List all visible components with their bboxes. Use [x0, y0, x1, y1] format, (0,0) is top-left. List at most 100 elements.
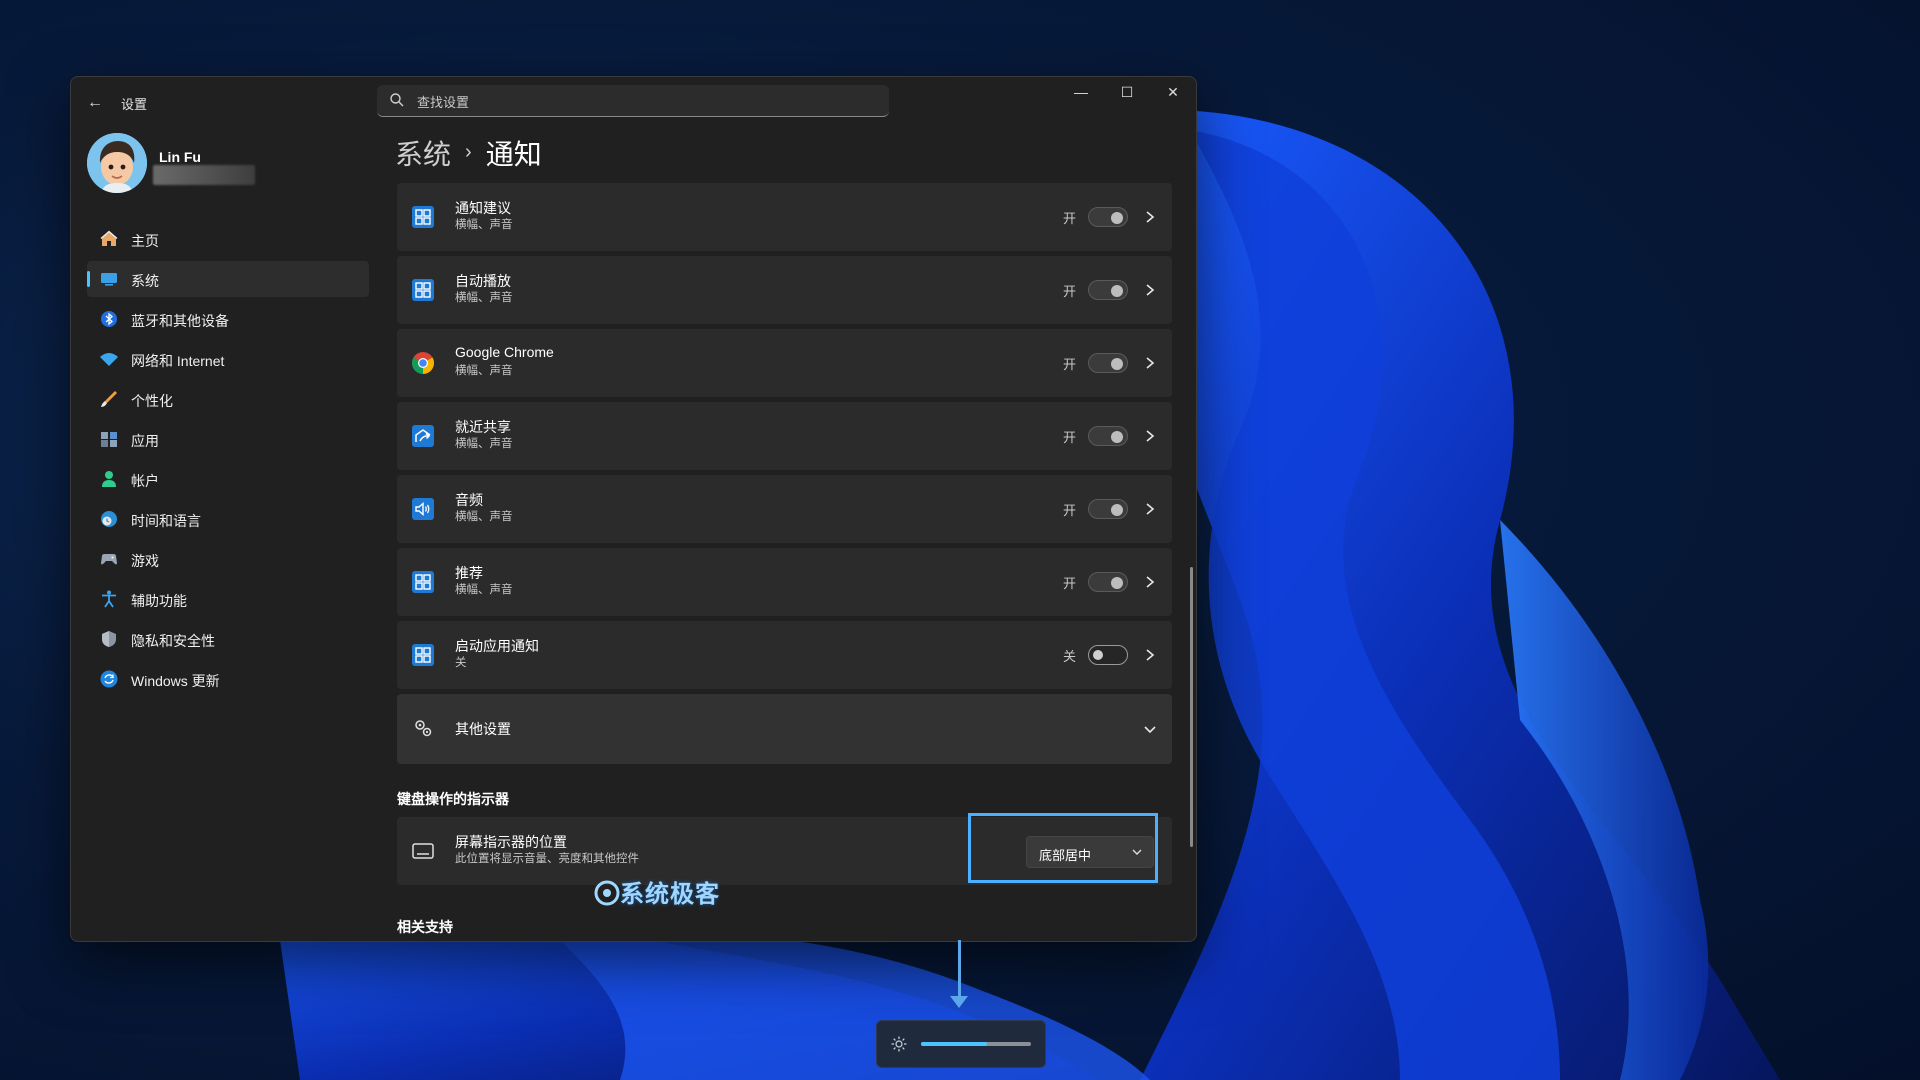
- page-title: 通知: [485, 139, 542, 170]
- app-tile-icon: [412, 206, 434, 228]
- watermark-logo-icon: [594, 880, 620, 906]
- sidebar-item-home[interactable]: 主页: [87, 221, 369, 257]
- notification-row-suggestions[interactable]: 通知建议 横幅、声音 开: [397, 183, 1172, 251]
- sidebar-item-personalization[interactable]: 个性化: [87, 381, 369, 417]
- notification-row-recommended[interactable]: 推荐 横幅、声音 开: [397, 548, 1172, 616]
- notification-row-autoplay[interactable]: 自动播放 横幅、声音 开: [397, 256, 1172, 324]
- toggle-state-label: 开: [1062, 503, 1076, 518]
- watermark-text: 系统极客: [620, 881, 720, 908]
- speaker-icon: [412, 498, 434, 520]
- screen-indicator-icon: [412, 843, 434, 859]
- breadcrumb-separator: ›: [465, 141, 472, 164]
- breadcrumb: 系统 › 通知: [395, 133, 542, 173]
- app-title: 设置: [121, 97, 148, 112]
- row-title: 自动播放: [455, 273, 511, 289]
- notification-toggle[interactable]: [1088, 207, 1128, 227]
- chevron-right-icon[interactable]: [1142, 645, 1158, 665]
- notification-row-google-chrome[interactable]: Google Chrome 横幅、声音 开: [397, 329, 1172, 397]
- toggle-state-label: 关: [1062, 649, 1076, 664]
- row-subtitle: 横幅、声音: [455, 511, 513, 523]
- brightness-slider[interactable]: [921, 1042, 1031, 1046]
- share-icon: [412, 425, 434, 447]
- bluetooth-icon: [101, 311, 117, 327]
- scrollbar[interactable]: [1190, 567, 1193, 847]
- gears-icon: [415, 720, 432, 737]
- chevron-right-icon[interactable]: [1142, 572, 1158, 592]
- sidebar-item-privacy[interactable]: 隐私和安全性: [87, 621, 369, 657]
- row-subtitle: 横幅、声音: [455, 292, 513, 304]
- sidebar-item-gaming[interactable]: 游戏: [87, 541, 369, 577]
- chevron-right-icon[interactable]: [1142, 353, 1158, 373]
- apps-icon: [101, 432, 117, 447]
- close-button[interactable]: ✕: [1150, 77, 1196, 109]
- sidebar-item-label: 系统: [131, 273, 159, 289]
- notification-toggle[interactable]: [1088, 353, 1128, 373]
- toggle-knob: [1111, 285, 1123, 297]
- maximize-button[interactable]: ☐: [1104, 77, 1150, 109]
- brightness-fill: [921, 1042, 987, 1046]
- account-icon: [102, 471, 116, 487]
- notification-toggle[interactable]: [1088, 499, 1128, 519]
- row-title: 推荐: [455, 565, 483, 581]
- indicator-position-row: 屏幕指示器的位置 此位置将显示音量、亮度和其他控件 底部居中: [397, 813, 1172, 885]
- sidebar-item-label: 时间和语言: [131, 513, 201, 529]
- notification-row-startup-apps[interactable]: 启动应用通知 关 关: [397, 621, 1172, 689]
- toggle-state-label: 开: [1062, 357, 1076, 372]
- chevron-down-icon[interactable]: [1142, 720, 1158, 740]
- sidebar-item-windows-update[interactable]: Windows 更新: [87, 661, 369, 697]
- sidebar-item-label: Windows 更新: [131, 673, 220, 689]
- sidebar-item-label: 隐私和安全性: [131, 633, 215, 649]
- app-tile-icon: [412, 571, 434, 593]
- notification-list: 通知建议 横幅、声音 开 自动播放 横幅、声音 开 Google Chrome …: [397, 183, 1172, 769]
- search-input[interactable]: [415, 85, 879, 119]
- notification-toggle[interactable]: [1088, 280, 1128, 300]
- notification-toggle[interactable]: [1088, 426, 1128, 446]
- dropdown-value: 底部居中: [1039, 848, 1092, 863]
- breadcrumb-parent[interactable]: 系统: [395, 139, 451, 170]
- chevron-right-icon[interactable]: [1142, 280, 1158, 300]
- minimize-button[interactable]: —: [1058, 77, 1104, 109]
- watermark: 系统极客: [594, 874, 720, 909]
- home-icon: [100, 230, 118, 246]
- notification-toggle[interactable]: [1088, 572, 1128, 592]
- sidebar-item-label: 主页: [131, 233, 159, 249]
- annotation-arrow-line: [958, 940, 961, 1000]
- search-box[interactable]: [377, 85, 889, 119]
- toggle-knob: [1111, 577, 1123, 589]
- app-tile-icon: [412, 644, 434, 666]
- clock-globe-icon: [101, 511, 117, 527]
- user-name: Lin Fu: [159, 149, 201, 165]
- notification-row-audio[interactable]: 音频 横幅、声音 开: [397, 475, 1172, 543]
- user-email-redacted: [153, 165, 255, 185]
- user-profile[interactable]: Lin Fu: [87, 133, 427, 197]
- toggle-state-label: 开: [1062, 284, 1076, 299]
- sidebar-item-system[interactable]: 系统: [87, 261, 369, 297]
- section-title-related-support: 相关支持: [397, 919, 453, 935]
- sidebar-item-label: 网络和 Internet: [131, 353, 225, 369]
- row-subtitle: 此位置将显示音量、亮度和其他控件: [455, 853, 639, 865]
- chevron-right-icon[interactable]: [1142, 499, 1158, 519]
- indicator-position-dropdown[interactable]: 底部居中: [1026, 836, 1154, 868]
- row-title: 启动应用通知: [455, 638, 539, 654]
- notification-toggle[interactable]: [1088, 645, 1128, 665]
- chevron-right-icon[interactable]: [1142, 426, 1158, 446]
- row-subtitle: 关: [455, 657, 467, 669]
- sidebar-item-time-language[interactable]: 时间和语言: [87, 501, 369, 537]
- chevron-right-icon[interactable]: [1142, 207, 1158, 227]
- sidebar-item-accounts[interactable]: 帐户: [87, 461, 369, 497]
- sidebar-item-bluetooth[interactable]: 蓝牙和其他设备: [87, 301, 369, 337]
- sidebar-item-accessibility[interactable]: 辅助功能: [87, 581, 369, 617]
- other-settings-expander[interactable]: 其他设置: [397, 694, 1172, 764]
- search-icon: [390, 93, 404, 107]
- sidebar-item-network[interactable]: 网络和 Internet: [87, 341, 369, 377]
- sidebar-item-apps[interactable]: 应用: [87, 421, 369, 457]
- active-indicator: [87, 271, 90, 287]
- row-title: Google Chrome: [455, 344, 554, 360]
- toggle-state-label: 开: [1062, 576, 1076, 591]
- sidebar-item-label: 应用: [131, 433, 159, 449]
- toggle-knob: [1111, 212, 1123, 224]
- notification-row-nearby-sharing[interactable]: 就近共享 横幅、声音 开: [397, 402, 1172, 470]
- row-subtitle: 横幅、声音: [455, 219, 513, 231]
- brightness-flyout: [876, 1020, 1046, 1068]
- back-button[interactable]: ←: [83, 91, 107, 115]
